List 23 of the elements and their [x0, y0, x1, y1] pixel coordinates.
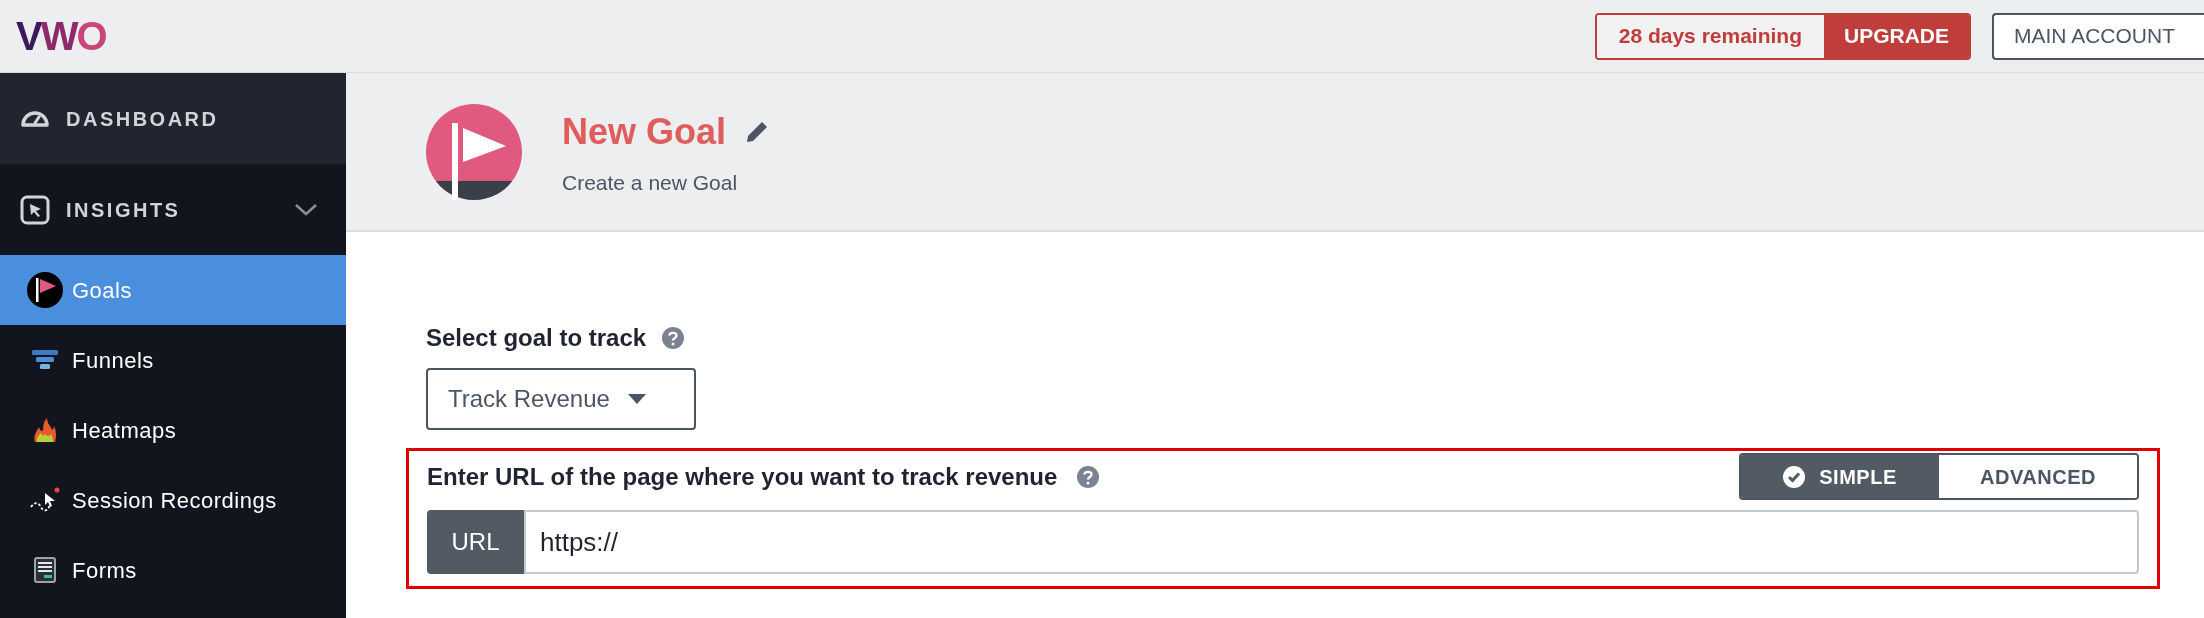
- goal-type-dropdown[interactable]: Track Revenue: [426, 368, 696, 430]
- check-icon: [1783, 465, 1806, 488]
- upgrade-button[interactable]: UPGRADE: [1824, 14, 1969, 58]
- main-account-button[interactable]: MAIN ACCOUNT: [1992, 12, 2204, 60]
- flame-icon: [33, 417, 57, 443]
- field-label: Select goal to track: [426, 323, 647, 353]
- field-label: Enter URL of the page where you want to track revenue: [427, 461, 1058, 492]
- page-subtitle: Create a new Goal: [562, 169, 739, 196]
- cursor-icon: [30, 487, 60, 513]
- caret-icon: [627, 394, 646, 404]
- cursor-icon: [20, 194, 50, 225]
- form-icon: [34, 557, 56, 583]
- url-input-field[interactable]: https://: [524, 510, 2139, 574]
- mode-tab[interactable]: SIMPLE: [1741, 455, 1939, 498]
- page-title: New Goal: [562, 109, 727, 154]
- sidebar-section[interactable]: DASHBOARD: [0, 73, 346, 164]
- help-icon: [1077, 465, 1100, 488]
- url-prefix-label: URL: [427, 510, 524, 574]
- help-icon: [662, 327, 685, 349]
- trial-days-remaining: 28 days remaining: [1596, 14, 1824, 58]
- flag-icon: [26, 271, 64, 309]
- funnel-icon: [32, 350, 58, 370]
- logo[interactable]: VWO: [16, 16, 106, 56]
